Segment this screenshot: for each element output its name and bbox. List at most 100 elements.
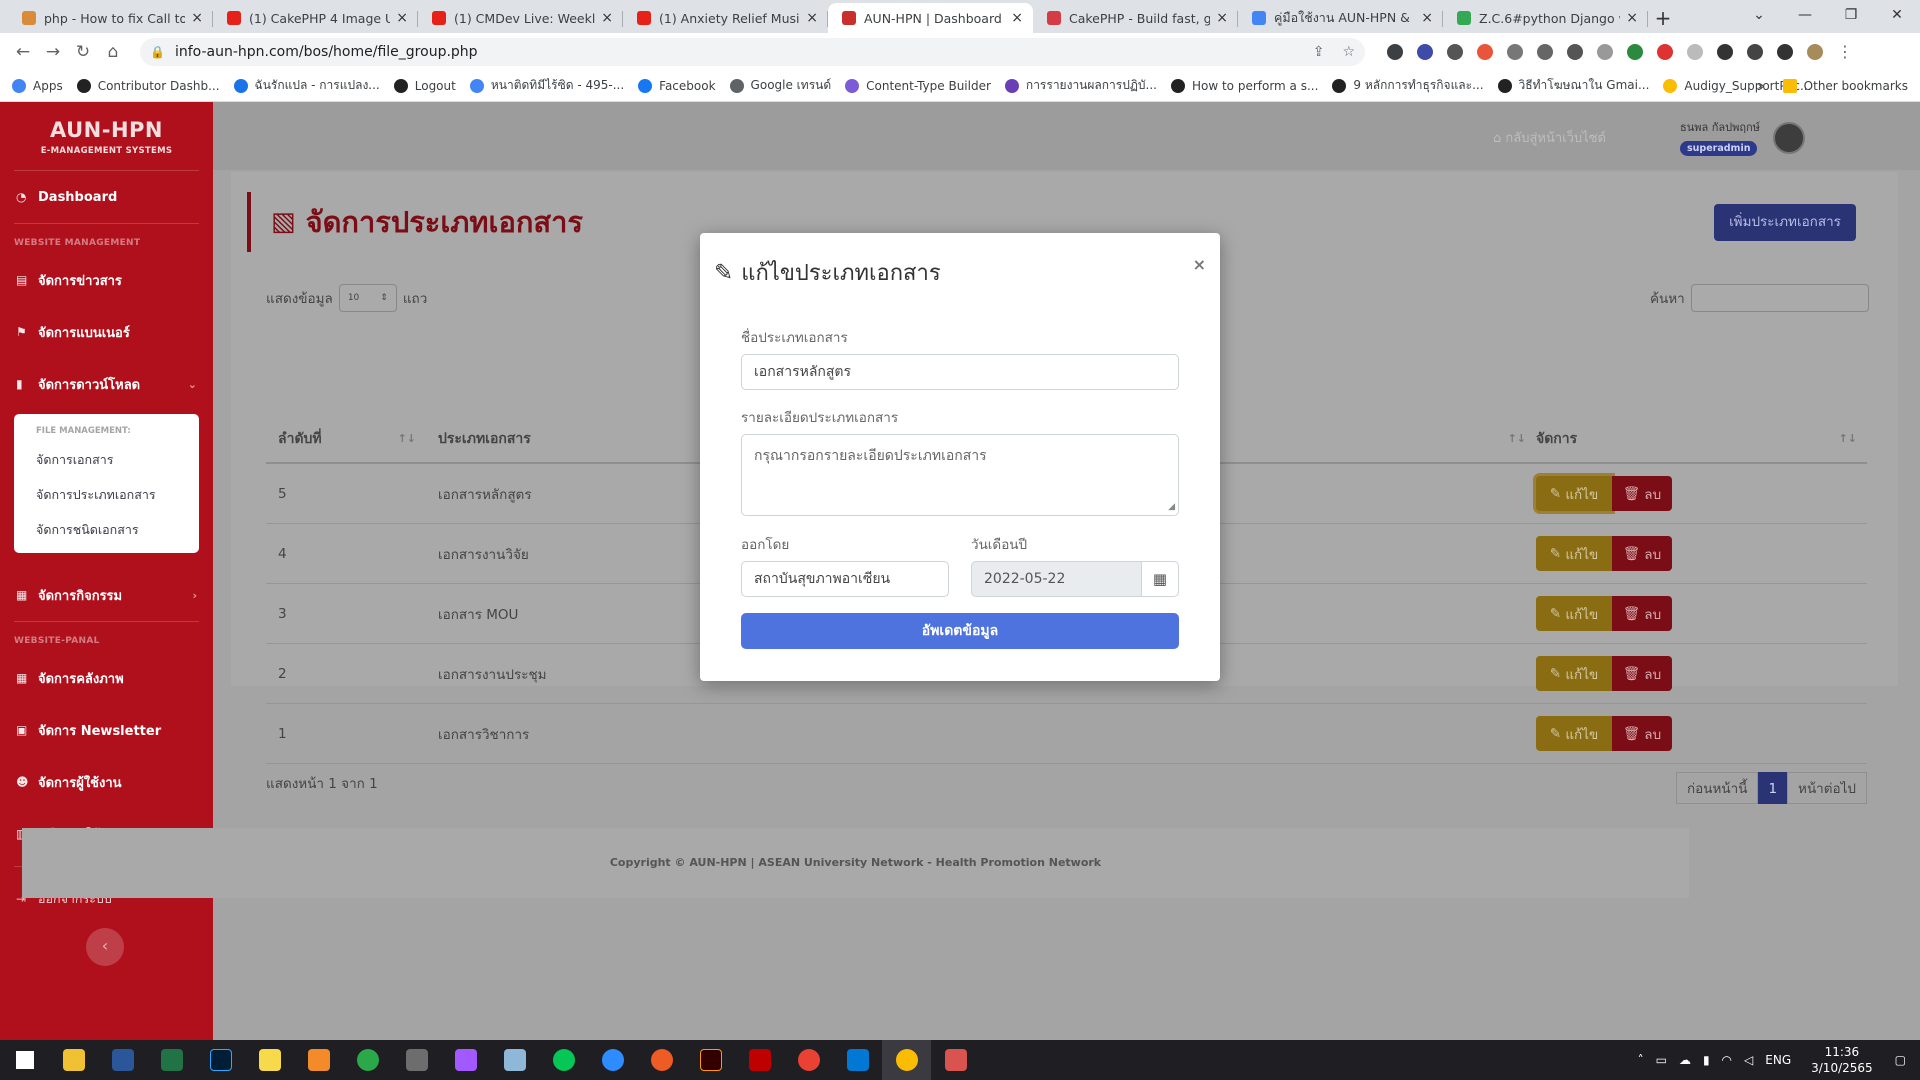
resize-handle-icon[interactable]: ◢ bbox=[1168, 502, 1175, 512]
forward-icon[interactable]: → bbox=[38, 42, 68, 62]
zoom-icon[interactable] bbox=[588, 1040, 637, 1080]
close-tab-icon[interactable]: × bbox=[1216, 10, 1228, 26]
page-1-button[interactable]: 1 bbox=[1758, 772, 1788, 804]
profile-avatar[interactable] bbox=[1807, 43, 1823, 60]
submenu-item-doc-kinds[interactable]: จัดการชนิดเอกสาร bbox=[14, 512, 199, 547]
bookmark-item[interactable]: How to perform a s... bbox=[1170, 78, 1318, 93]
brand[interactable]: AUN-HPN E-MANAGEMENT SYSTEMS bbox=[0, 102, 213, 156]
close-tab-icon[interactable]: × bbox=[191, 10, 203, 26]
notification-icon[interactable]: ▢ bbox=[1895, 1053, 1906, 1067]
sidebar-item-banner[interactable]: ⚑ จัดการแบนเนอร์ bbox=[0, 306, 213, 358]
delete-button[interactable]: 🗑 ลบ bbox=[1612, 656, 1672, 691]
issuer-input[interactable]: สถาบันสุขภาพอาเซียน bbox=[741, 561, 949, 597]
sidebar-item-news[interactable]: ▤ จัดการข่าวสาร bbox=[0, 254, 213, 306]
add-doc-type-button[interactable]: เพิ่มประเภทเอกสาร bbox=[1714, 204, 1856, 241]
bookmark-item[interactable]: วิธีทำโฆษณาใน Gmai... bbox=[1497, 76, 1649, 95]
browser-tab[interactable]: CakePHP - Build fast, grow× bbox=[1033, 3, 1238, 33]
vscode-icon[interactable] bbox=[833, 1040, 882, 1080]
browser-tab[interactable]: (1) CMDev Live: Weekly Up× bbox=[418, 3, 623, 33]
sidebar-item-dashboard[interactable]: ◔ Dashboard bbox=[0, 171, 213, 223]
new-tab-button[interactable]: + bbox=[1648, 3, 1678, 33]
update-button[interactable]: อัพเดตข้อมูล bbox=[741, 613, 1179, 649]
sidebar-item-users[interactable]: ☻ จัดการผู้ใช้งาน bbox=[0, 756, 213, 808]
col-header-no[interactable]: ลำดับที่ ↑↓ bbox=[266, 415, 426, 463]
home-icon[interactable]: ⌂ bbox=[98, 42, 128, 62]
illustrator-icon[interactable] bbox=[686, 1040, 735, 1080]
bookmark-item[interactable]: การรายงานผลการปฏิบั... bbox=[1004, 76, 1157, 95]
sidebar-item-activities[interactable]: ▦ จัดการกิจกรรม › bbox=[0, 569, 213, 621]
restore-button[interactable]: ❐ bbox=[1828, 0, 1874, 30]
extension-icon[interactable] bbox=[1657, 43, 1673, 60]
tab-search-icon[interactable]: ⌄ bbox=[1736, 0, 1782, 30]
extension-icon[interactable] bbox=[1387, 43, 1403, 60]
calculator-icon[interactable] bbox=[392, 1040, 441, 1080]
back-icon[interactable]: ← bbox=[8, 42, 38, 62]
extension-icon[interactable] bbox=[1627, 43, 1643, 60]
wifi-icon[interactable]: ◠ bbox=[1722, 1053, 1732, 1067]
delete-button[interactable]: 🗑 ลบ bbox=[1612, 476, 1672, 511]
sidebar-item-newsletter[interactable]: ▣ จัดการ Newsletter bbox=[0, 704, 213, 756]
bookmark-star-icon[interactable]: ☆ bbox=[1342, 44, 1355, 60]
close-window-button[interactable]: ✕ bbox=[1874, 0, 1920, 30]
battery-icon[interactable]: ▮ bbox=[1703, 1053, 1710, 1067]
photoshop-icon[interactable] bbox=[196, 1040, 245, 1080]
reload-icon[interactable]: ↻ bbox=[68, 42, 98, 62]
user-menu[interactable]: ธนพล กัลปพฤกษ์ superadmin bbox=[1680, 118, 1760, 156]
puzzle-icon[interactable] bbox=[1717, 43, 1733, 60]
edit-button[interactable]: ✎ แก้ไข bbox=[1536, 716, 1612, 751]
sidebar-item-gallery[interactable]: ▦ จัดการคลังภาพ bbox=[0, 652, 213, 704]
submenu-item-docs[interactable]: จัดการเอกสาร bbox=[14, 442, 199, 477]
delete-button[interactable]: 🗑 ลบ bbox=[1612, 716, 1672, 751]
bookmark-item[interactable]: หนาติดทิมีไร้ซิด - 495-... bbox=[469, 76, 624, 95]
close-tab-icon[interactable]: × bbox=[1011, 10, 1023, 26]
bookmark-item[interactable]: 9 หลักการทำธุรกิจและ... bbox=[1332, 76, 1484, 95]
other-bookmarks[interactable]: Other bookmarks bbox=[1782, 79, 1908, 93]
menu-icon[interactable]: ⋮ bbox=[1837, 42, 1853, 61]
delete-button[interactable]: 🗑 ลบ bbox=[1612, 596, 1672, 631]
edit-button[interactable]: ✎ แก้ไข bbox=[1536, 536, 1612, 571]
date-input[interactable]: 2022-05-22 bbox=[971, 561, 1142, 597]
extension-icon[interactable] bbox=[1507, 43, 1523, 60]
browser-tab[interactable]: php - How to fix Call to un× bbox=[8, 3, 213, 33]
filezilla-icon[interactable] bbox=[735, 1040, 784, 1080]
side-panel-icon[interactable] bbox=[1777, 43, 1793, 60]
next-page-button[interactable]: หน้าต่อไป bbox=[1787, 772, 1867, 804]
bookmark-item[interactable]: Facebook bbox=[638, 78, 716, 93]
app-icon[interactable] bbox=[294, 1040, 343, 1080]
extension-icon[interactable] bbox=[1687, 43, 1703, 60]
bookmark-item[interactable]: Google เทรนด์ bbox=[729, 76, 831, 95]
clock[interactable]: 11:36 3/10/2565 bbox=[1811, 1044, 1873, 1076]
bookmark-item[interactable]: Content-Type Builder bbox=[845, 78, 991, 93]
browser-tab[interactable]: AUN-HPN | Dashboard × bbox=[828, 3, 1033, 33]
speaker-icon[interactable]: ◁ bbox=[1744, 1053, 1753, 1067]
close-tab-icon[interactable]: × bbox=[1626, 10, 1638, 26]
browser-tab[interactable]: (1) CakePHP 4 Image Uplo× bbox=[213, 3, 418, 33]
file-explorer-icon[interactable] bbox=[49, 1040, 98, 1080]
extension-icon[interactable] bbox=[1567, 43, 1583, 60]
postman-icon[interactable] bbox=[637, 1040, 686, 1080]
share-icon[interactable]: ⇪ bbox=[1313, 44, 1325, 60]
doc-type-name-input[interactable]: เอกสารหลักสูตร bbox=[741, 354, 1179, 390]
extension-icon[interactable] bbox=[1447, 43, 1463, 60]
bookmark-item[interactable]: ฉันรักแปล - การแปลง... bbox=[233, 76, 380, 95]
windows-start-icon[interactable] bbox=[0, 1040, 49, 1080]
submenu-item-doc-types[interactable]: จัดการประเภทเอกสาร bbox=[14, 477, 199, 512]
minimize-button[interactable]: — bbox=[1782, 0, 1828, 30]
prev-page-button[interactable]: ก่อนหน้านี้ bbox=[1676, 772, 1759, 804]
col-header-actions[interactable]: จัดการ ↑↓ bbox=[1536, 415, 1867, 463]
chat-icon[interactable] bbox=[343, 1040, 392, 1080]
extension-icon[interactable] bbox=[1597, 43, 1613, 60]
address-bar[interactable]: 🔒 info-aun-hpn.com/bos/home/file_group.p… bbox=[140, 37, 1365, 66]
bookmark-item[interactable]: Contributor Dashb... bbox=[76, 78, 220, 93]
reading-list-icon[interactable] bbox=[1747, 43, 1763, 60]
chevron-up-icon[interactable]: ˄ bbox=[1638, 1053, 1644, 1067]
search-input[interactable] bbox=[1690, 284, 1869, 312]
device-icon[interactable]: ▭ bbox=[1656, 1053, 1667, 1067]
edit-button[interactable]: ✎ แก้ไข bbox=[1536, 596, 1612, 631]
sticky-notes-icon[interactable] bbox=[245, 1040, 294, 1080]
calendar-icon[interactable]: ▦ bbox=[1141, 561, 1179, 597]
delete-button[interactable]: 🗑 ลบ bbox=[1612, 536, 1672, 571]
back-to-website-link[interactable]: ⌂ กลับสู่หน้าเว็บไซต์ bbox=[1493, 127, 1606, 148]
edit-button[interactable]: ✎ แก้ไข bbox=[1536, 656, 1612, 691]
close-tab-icon[interactable]: × bbox=[1421, 10, 1433, 26]
